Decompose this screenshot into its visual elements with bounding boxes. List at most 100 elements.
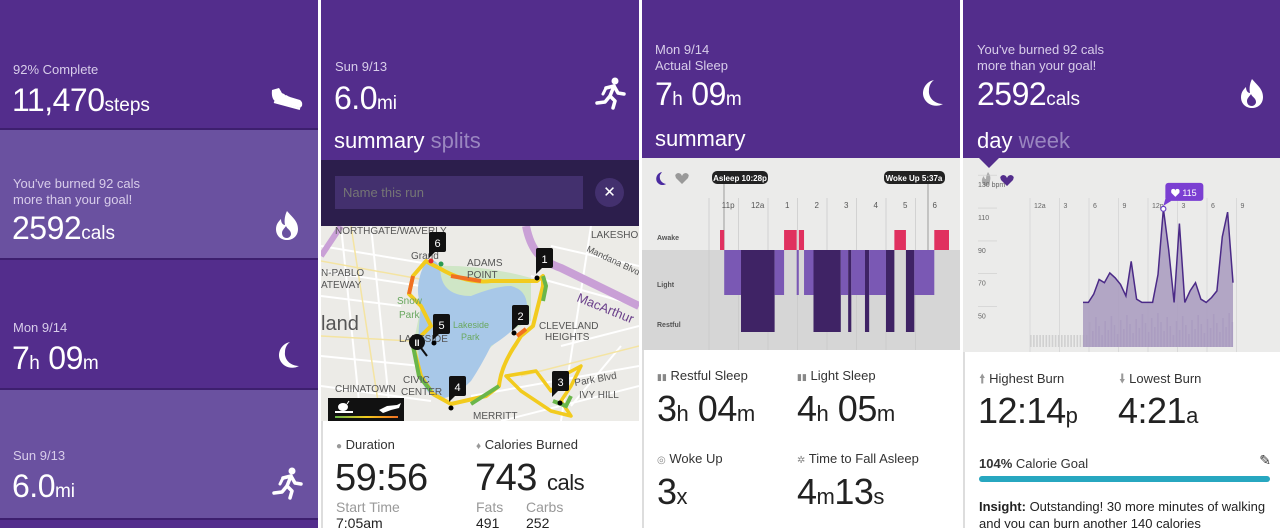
calories-subtitle: You've burned 92 cals more than your goal… xyxy=(977,42,1104,74)
sleep-header: Mon 9/14 Actual Sleep 7h 09m summary xyxy=(642,0,960,158)
name-run-bar: ✕ xyxy=(321,160,639,226)
sleep-duration: 7h 09m xyxy=(12,340,99,382)
duration-label: ● Duration xyxy=(336,437,395,452)
light-hours-unit: h xyxy=(816,401,829,426)
tab-week[interactable]: week xyxy=(1019,128,1070,153)
calories-value: 2592cals xyxy=(977,76,1080,118)
sleep-minutes: 09 xyxy=(48,340,83,376)
woke-up-label-text: Woke Up xyxy=(669,451,723,466)
tab-splits[interactable]: splits xyxy=(431,128,481,153)
arrow-up-icon: 🠙 xyxy=(979,371,986,386)
hour-label: 4 xyxy=(873,201,878,210)
lowest-burn-label-text: Lowest Burn xyxy=(1129,371,1202,386)
map-label: LAKESHORE xyxy=(591,230,639,241)
sleep-duration: 7h 09m xyxy=(655,76,742,118)
clear-name-button[interactable]: ✕ xyxy=(595,178,624,207)
flame-icon: ♦ xyxy=(476,441,482,452)
lowest-burn-value: 4:21a xyxy=(1118,390,1198,432)
tiles-panel: 92% Complete 11,470steps You've burned 9… xyxy=(0,0,318,528)
x-tick-label: 3 xyxy=(1182,203,1186,210)
sleep-minutes: 09 xyxy=(691,76,726,112)
fall-minutes-unit: m xyxy=(816,484,835,509)
sleep-segment-awake xyxy=(720,230,725,250)
steps-tile[interactable]: 92% Complete 11,470steps xyxy=(0,0,318,130)
y-tick-label: 90 xyxy=(978,248,986,255)
x-tick-label: 3 xyxy=(1064,203,1068,210)
flame-icon xyxy=(1241,79,1263,108)
run-date: Sun 9/13 xyxy=(335,59,388,74)
sleep-hours-unit: h xyxy=(672,89,683,110)
map-label: CLEVELAND xyxy=(539,321,598,332)
calorie-bar xyxy=(1036,335,1038,347)
bar-chart-icon: ▮▮ xyxy=(657,372,667,382)
calories-subtitle-line1: You've burned 92 cals xyxy=(13,176,141,191)
sleep-segment-light xyxy=(869,250,886,295)
heart-rate-chart[interactable]: 130 bpm110907050 12a 3 6 9 12p 3 6 9 115 xyxy=(963,158,1280,352)
map-label: CENTER xyxy=(401,387,442,398)
sleep-detail-panel: Mon 9/14 Actual Sleep 7h 09m summary Asle… xyxy=(642,0,960,528)
sleep-segment-light xyxy=(796,250,799,295)
sleeper-icon: ✲ xyxy=(797,455,806,466)
row-label-restful: Restful xyxy=(657,322,681,329)
calories-subtitle-line2: more than your goal! xyxy=(977,58,1097,73)
calorie-stats: 🠙 Highest Burn 12:14p 🠛 Lowest Burn 4:21… xyxy=(963,352,1280,528)
calories-subtitle: You've burned 92 cals more than your goal… xyxy=(13,176,140,208)
steps-value: 11,470steps xyxy=(12,82,150,124)
sleep-date-text: Mon 9/14 xyxy=(655,42,710,57)
run-distance: 6.0mi xyxy=(12,468,75,510)
calorie-bar xyxy=(1070,335,1072,347)
calorie-bar xyxy=(1030,335,1032,347)
sleep-segment-restful xyxy=(741,250,775,332)
steps-unit: steps xyxy=(104,95,150,116)
run-header: Sun 9/13 6.0mi summary splits xyxy=(321,0,639,160)
calories-burned-unit: cals xyxy=(546,470,585,495)
map-label: land xyxy=(321,313,359,335)
run-distance-number: 6.0 xyxy=(334,80,377,116)
calories-tile[interactable]: You've burned 92 cals more than your goal… xyxy=(0,130,318,260)
y-tick-label: 50 xyxy=(978,314,986,321)
tab-summary[interactable]: summary xyxy=(334,128,424,153)
sleep-date: Mon 9/14 xyxy=(13,320,68,335)
restful-hours: 3 xyxy=(657,388,677,429)
calorie-goal-percent: 104% xyxy=(979,456,1013,471)
fall-seconds-unit: s xyxy=(873,484,884,509)
light-minutes: 05 xyxy=(837,388,878,429)
calories-unit: cals xyxy=(81,223,115,244)
bar-chart-icon: ▮▮ xyxy=(797,372,807,382)
tab-summary[interactable]: summary xyxy=(655,126,745,152)
calories-header: You've burned 92 cals more than your goal… xyxy=(963,0,1280,160)
map-label: ADAMS xyxy=(467,258,503,269)
hour-label: 3 xyxy=(844,201,849,210)
hour-label: 5 xyxy=(903,201,908,210)
highest-burn-time: 12:14 xyxy=(978,390,1066,431)
tab-day[interactable]: day xyxy=(977,128,1012,153)
run-stats: ● Duration 59:56 Start Time 7:05am ♦ Cal… xyxy=(321,421,639,528)
run-route-map[interactable]: NORTHGATE/WAVERLY ADAMS POINT N-PABLO AT… xyxy=(321,226,639,421)
light-hours: 4 xyxy=(797,388,817,429)
restful-minutes-unit: m xyxy=(736,401,755,426)
calorie-bar xyxy=(1076,335,1079,347)
sleep-chart[interactable]: Asleep 10:28p Woke Up 5:37a Awake Light … xyxy=(642,158,960,350)
map-label: Park xyxy=(399,310,421,321)
insight-label: Insight: xyxy=(979,499,1026,514)
x-tick-label: 6 xyxy=(1093,203,1097,210)
run-tile[interactable]: Sun 9/13 6.0mi xyxy=(0,390,318,520)
y-tick-label: 130 bpm xyxy=(978,182,1005,189)
sleep-hours: 7 xyxy=(12,340,30,376)
edit-goal-button[interactable]: ✎ xyxy=(1259,452,1271,469)
run-name-input[interactable] xyxy=(335,176,583,209)
asleep-tag-text: Asleep 10:28p xyxy=(713,174,767,183)
woke-up-label: ◎ Woke Up xyxy=(657,451,723,466)
woke-up-count: 3 xyxy=(657,471,677,512)
calories-pivot-tabs: day week xyxy=(977,128,1070,154)
restful-minutes: 04 xyxy=(697,388,738,429)
sleep-tile[interactable]: Mon 9/14 7h 09m xyxy=(0,260,318,390)
fall-asleep-label: ✲ Time to Fall Asleep xyxy=(797,451,919,466)
lowest-burn-label: 🠛 Lowest Burn xyxy=(1119,370,1201,392)
calorie-bar xyxy=(1039,335,1041,347)
y-tick-label: 110 xyxy=(978,215,989,222)
hour-label: 12a xyxy=(751,201,765,210)
calorie-bar xyxy=(1051,335,1054,347)
sleep-segment-restful xyxy=(864,250,870,332)
woke-tag-text: Woke Up 5:37a xyxy=(886,174,943,183)
